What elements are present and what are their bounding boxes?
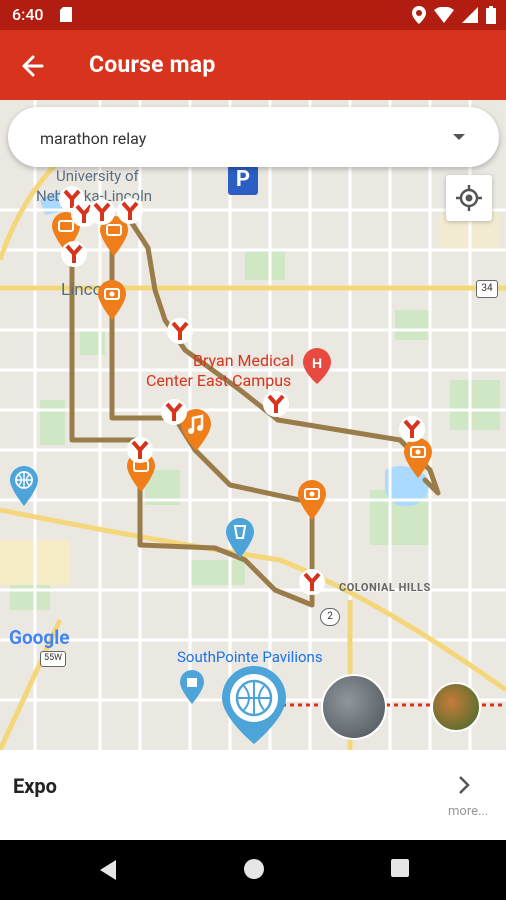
route-2-shield: 2 xyxy=(320,608,340,626)
photo-thumbnail[interactable] xyxy=(431,682,481,732)
course-map[interactable]: University of Nebraska-Lincoln Lincoln B… xyxy=(0,100,506,750)
status-time: 6:40 xyxy=(12,5,44,24)
arrow-back-icon[interactable] xyxy=(16,50,52,82)
status-bar: 6:40 xyxy=(0,0,506,30)
relay-marker-icon[interactable] xyxy=(298,568,326,596)
my-location-button[interactable] xyxy=(446,175,492,221)
relay-marker-icon[interactable] xyxy=(126,436,154,464)
nav-home-icon[interactable] xyxy=(243,858,265,880)
course-selector[interactable]: marathon relay xyxy=(8,107,499,167)
route-34-shield: 34 xyxy=(476,280,498,298)
globe-pin-icon[interactable] xyxy=(10,466,38,506)
crosshair-icon xyxy=(456,185,482,211)
caret-down-icon xyxy=(453,134,465,140)
more-link[interactable]: more... xyxy=(448,804,488,819)
route-55w-shield: 55W xyxy=(40,651,66,667)
system-nav-bar xyxy=(0,840,506,900)
relay-marker-icon[interactable] xyxy=(60,240,88,268)
battery-icon xyxy=(486,6,496,24)
bottom-sheet[interactable]: Expo more... xyxy=(0,750,506,840)
course-selector-value: marathon relay xyxy=(40,129,147,148)
location-icon xyxy=(412,6,426,24)
relay-marker-icon[interactable] xyxy=(88,198,116,226)
sheet-title: Expo xyxy=(13,774,57,798)
chevron-right-icon[interactable] xyxy=(454,773,474,797)
map-label-bryan-2: Center East Campus xyxy=(146,371,292,390)
signal-icon xyxy=(462,7,478,23)
page-title: Course map xyxy=(89,51,216,78)
sd-card-icon xyxy=(60,7,72,22)
nav-recents-icon[interactable] xyxy=(390,858,410,878)
photo-pin-icon[interactable] xyxy=(298,480,326,520)
wifi-icon xyxy=(434,7,454,23)
relay-marker-icon[interactable] xyxy=(262,390,290,418)
google-logo: Google xyxy=(9,626,70,649)
app-bar: Course map xyxy=(0,30,506,100)
relay-marker-icon[interactable] xyxy=(160,398,188,426)
svg-text:H: H xyxy=(312,355,322,371)
parking-icon[interactable]: P xyxy=(228,165,258,195)
relay-marker-icon[interactable] xyxy=(398,415,426,443)
hospital-pin-icon[interactable]: H xyxy=(303,348,331,384)
nav-back-icon[interactable] xyxy=(96,858,118,882)
photo-pin-icon[interactable] xyxy=(98,280,126,320)
shopping-pin-icon[interactable] xyxy=(180,670,204,704)
map-label-bryan-1: Bryan Medical xyxy=(193,351,294,370)
map-label-southpointe: SouthPointe Pavilions xyxy=(177,648,323,666)
photo-thumbnail[interactable] xyxy=(321,674,387,740)
map-label-university: University of xyxy=(56,167,139,185)
relay-marker-icon[interactable] xyxy=(166,317,194,345)
map-label-colonial: COLONIAL HILLS xyxy=(339,581,431,594)
photo-pin-icon[interactable] xyxy=(404,438,432,478)
expo-globe-pin-icon[interactable] xyxy=(222,666,286,744)
drink-pin-icon[interactable] xyxy=(226,518,254,558)
relay-marker-icon[interactable] xyxy=(116,197,144,225)
status-icons xyxy=(412,6,496,24)
